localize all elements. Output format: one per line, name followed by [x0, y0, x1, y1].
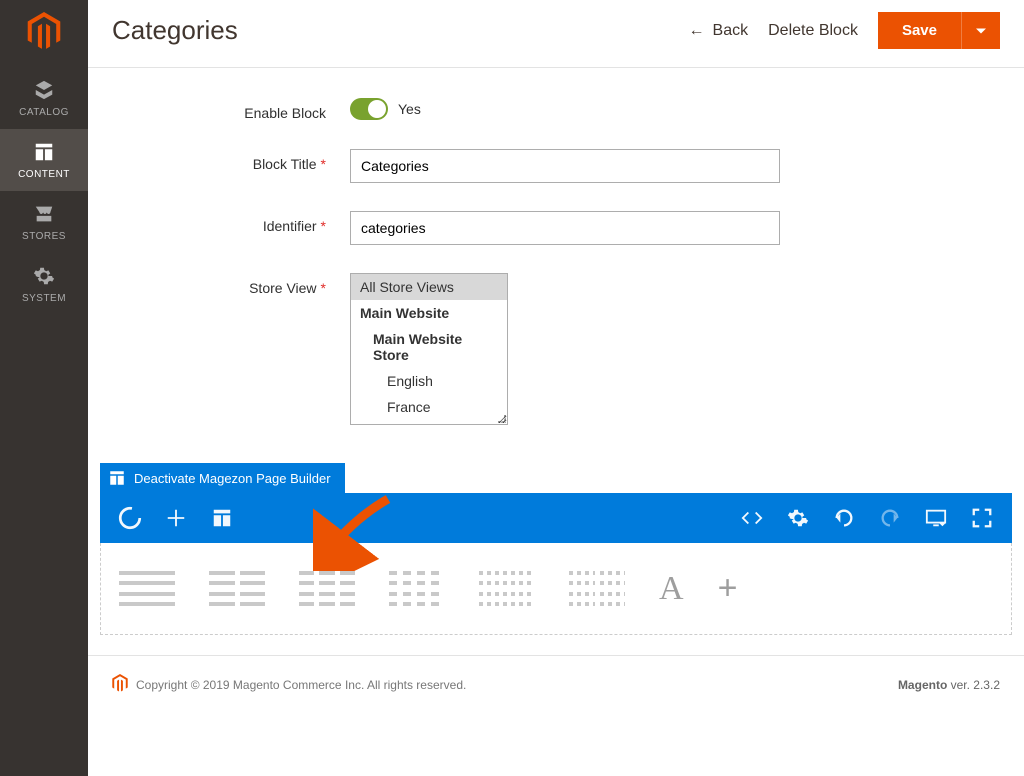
deactivate-pagebuilder-label: Deactivate Magezon Page Builder — [134, 471, 331, 486]
label-identifier: Identifier* — [112, 211, 350, 234]
sidebar-item-stores[interactable]: STORES — [0, 191, 88, 253]
page-title: Categories — [112, 15, 689, 46]
pagebuilder-toolbar — [100, 493, 1012, 543]
pagebuilder-settings-button[interactable] — [782, 502, 814, 534]
pagebuilder-code-button[interactable] — [736, 502, 768, 534]
footer-version: Magento ver. 2.3.2 — [898, 678, 1000, 692]
pagebuilder-undo-button[interactable] — [828, 502, 860, 534]
main-panel: Categories ← Back Delete Block Save Ena — [88, 0, 1024, 776]
pagebuilder-redo-button[interactable] — [874, 502, 906, 534]
block-title-input[interactable] — [350, 149, 780, 183]
identifier-input[interactable] — [350, 211, 780, 245]
add-element-button[interactable]: + — [718, 569, 738, 608]
enable-block-value: Yes — [398, 101, 421, 117]
pagebuilder-templates-button[interactable] — [206, 502, 238, 534]
footer-copyright: Copyright © 2019 Magento Commerce Inc. A… — [136, 678, 466, 692]
back-button[interactable]: ← Back — [689, 22, 749, 40]
page-footer: Copyright © 2019 Magento Commerce Inc. A… — [88, 655, 1024, 695]
layout-3col-block[interactable] — [299, 571, 355, 607]
store-view-option[interactable]: Main Website — [351, 300, 507, 326]
magento-logo-icon — [27, 12, 61, 53]
page-header: Categories ← Back Delete Block Save — [88, 0, 1024, 68]
sidebar-item-label: STORES — [22, 231, 66, 242]
label-enable-block: Enable Block — [112, 98, 350, 121]
sidebar-item-system[interactable]: SYSTEM — [0, 253, 88, 315]
layout-icon — [108, 469, 126, 487]
label-block-title: Block Title* — [112, 149, 350, 172]
pagebuilder-spinner-icon[interactable] — [114, 502, 146, 534]
chevron-down-icon — [975, 25, 987, 37]
store-view-option[interactable]: English — [351, 368, 507, 394]
save-dropdown-toggle[interactable] — [961, 12, 1000, 49]
delete-block-button[interactable]: Delete Block — [768, 22, 858, 40]
text-element-button[interactable]: A — [659, 570, 684, 608]
store-view-option[interactable]: Main Website Store — [351, 326, 507, 368]
magento-small-logo-icon — [112, 674, 128, 695]
pagebuilder-canvas[interactable]: A + — [100, 543, 1012, 635]
back-label: Back — [713, 22, 749, 40]
pagebuilder-add-button[interactable] — [160, 502, 192, 534]
sidebar-item-label: CONTENT — [18, 169, 70, 180]
sidebar-item-label: SYSTEM — [22, 293, 66, 304]
resize-handle-icon[interactable] — [496, 413, 506, 423]
layout-2col-block[interactable] — [209, 571, 265, 607]
sidebar-item-content[interactable]: CONTENT — [0, 129, 88, 191]
label-store-view: Store View* — [112, 273, 350, 296]
admin-sidebar: CATALOG CONTENT STORES SYSTEM — [0, 0, 88, 776]
sidebar-item-catalog[interactable]: CATALOG — [0, 67, 88, 129]
deactivate-pagebuilder-button[interactable]: Deactivate Magezon Page Builder — [100, 463, 345, 493]
store-view-select[interactable]: All Store Views Main Website Main Websit… — [350, 273, 508, 425]
store-view-option[interactable]: France — [351, 394, 507, 420]
arrow-left-icon: ← — [689, 22, 705, 40]
layout-dotted-block[interactable] — [389, 571, 445, 607]
store-view-option[interactable]: All Store Views — [351, 274, 507, 300]
layout-dashed-block[interactable] — [479, 571, 535, 607]
enable-block-toggle[interactable] — [350, 98, 388, 120]
block-form: Enable Block Yes Block Title* Identifier… — [88, 68, 1024, 463]
layout-1col-block[interactable] — [119, 571, 175, 607]
pagebuilder-viewport-button[interactable] — [920, 502, 952, 534]
layout-mixed-block[interactable] — [569, 571, 625, 607]
sidebar-item-label: CATALOG — [19, 107, 69, 118]
pagebuilder-fullscreen-button[interactable] — [966, 502, 998, 534]
save-button[interactable]: Save — [878, 12, 961, 49]
